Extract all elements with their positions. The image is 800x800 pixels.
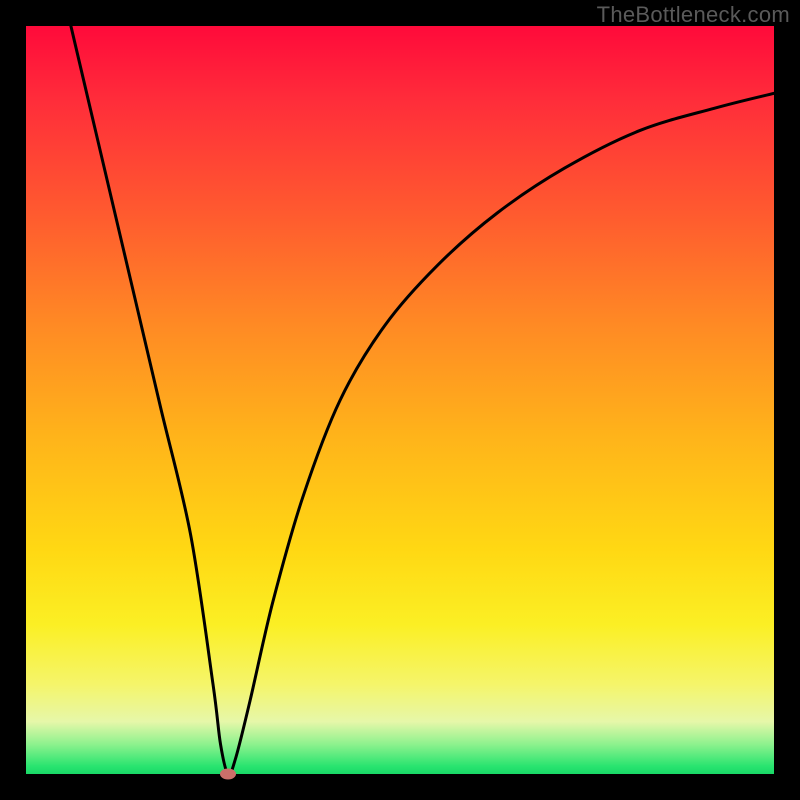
- watermark-text: TheBottleneck.com: [597, 2, 790, 28]
- optimal-point-marker: [220, 769, 236, 780]
- plot-area: [26, 26, 774, 774]
- chart-frame: TheBottleneck.com: [0, 0, 800, 800]
- bottleneck-curve: [26, 26, 774, 774]
